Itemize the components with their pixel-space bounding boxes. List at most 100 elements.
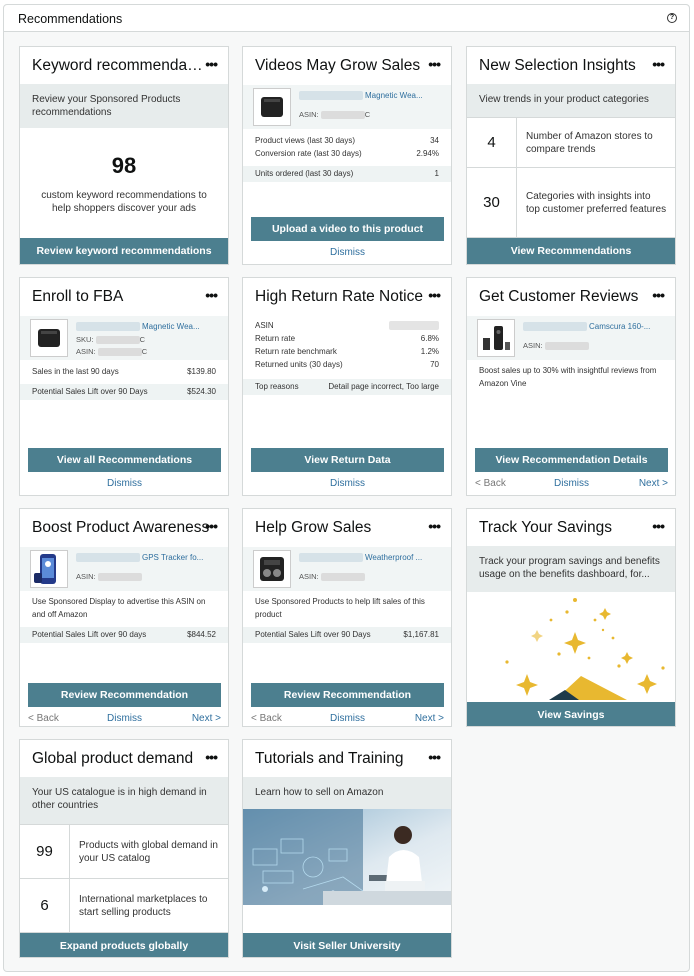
product-link[interactable]: Magnetic Wea... xyxy=(299,91,423,101)
grid-number: 30 xyxy=(467,168,517,237)
pagination: < Back Dismiss Next > xyxy=(251,713,444,726)
grid-row: 6 International marketplaces to start se… xyxy=(20,879,228,933)
product-thumbnail xyxy=(30,550,68,588)
product-sku: SKU: C xyxy=(76,335,146,345)
review-recommendation-button[interactable]: Review Recommendation xyxy=(251,683,444,707)
metric-row: Sales in the last 90 days $139.80 xyxy=(32,367,216,376)
review-keyword-button[interactable]: Review keyword recommendations xyxy=(20,238,228,264)
card-title: Boost Product Awareness xyxy=(32,519,210,536)
product-asin: ASIN: xyxy=(523,341,589,351)
more-options-icon[interactable]: ••• xyxy=(205,518,218,534)
product-thumbnail xyxy=(477,319,515,357)
grid-row: 99 Products with global demand in your U… xyxy=(20,825,228,879)
review-recommendation-button[interactable]: Review Recommendation xyxy=(28,683,221,707)
view-all-recommendations-button[interactable]: View all Recommendations xyxy=(28,448,221,472)
card-track-savings: Track Your Savings ••• Track your progra… xyxy=(466,508,676,727)
card-title: Videos May Grow Sales xyxy=(255,57,421,74)
card-videos-grow-sales: Videos May Grow Sales ••• Magnetic Wea..… xyxy=(242,46,452,265)
insights-grid: 4 Number of Amazon stores to compare tre… xyxy=(467,117,675,238)
view-recommendation-details-button[interactable]: View Recommendation Details xyxy=(475,448,668,472)
pagination: < Back Dismiss Next > xyxy=(28,713,221,726)
more-options-icon[interactable]: ••• xyxy=(205,749,218,765)
product-summary: Weatherproof ... ASIN: xyxy=(243,547,451,591)
grid-text: Number of Amazon stores to compare trend… xyxy=(526,130,653,155)
grid-number: 6 xyxy=(20,879,70,932)
more-options-icon[interactable]: ••• xyxy=(428,749,441,765)
card-tutorials-training: Tutorials and Training ••• Learn how to … xyxy=(242,739,452,958)
dismiss-link[interactable]: Dismiss xyxy=(251,478,444,489)
more-options-icon[interactable]: ••• xyxy=(652,518,665,534)
card-enroll-fba: Enroll to FBA ••• Magnetic Wea... SKU: C… xyxy=(19,277,229,496)
more-options-icon[interactable]: ••• xyxy=(428,56,441,72)
dismiss-link[interactable]: Dismiss xyxy=(28,478,221,489)
product-thumbnail xyxy=(30,319,68,357)
more-options-icon[interactable]: ••• xyxy=(428,518,441,534)
more-options-icon[interactable]: ••• xyxy=(652,287,665,303)
metric-row: Return rate 6.8% xyxy=(255,334,439,343)
pagination: < Back Dismiss Next > xyxy=(475,478,668,492)
grid-text: International marketplaces to start sell… xyxy=(79,893,208,918)
seller-university-image xyxy=(243,809,451,905)
product-link[interactable]: GPS Tracker fo... xyxy=(76,553,203,563)
next-link[interactable]: Next > xyxy=(192,713,221,724)
metric-row: Product views (last 30 days) 34 xyxy=(255,136,439,145)
card-high-return-rate: High Return Rate Notice ••• ASIN Return … xyxy=(242,277,452,496)
grid-row: 4 Number of Amazon stores to compare tre… xyxy=(467,118,675,168)
product-link[interactable]: Camscura 160-... xyxy=(523,322,650,332)
metric-row: Potential Sales Lift over 90 days $844.52 xyxy=(32,630,216,639)
next-link[interactable]: Next > xyxy=(639,478,668,489)
card-description: Use Sponsored Products to help lift sale… xyxy=(255,597,425,619)
keyword-description: custom keyword recommendations to help s… xyxy=(41,190,207,214)
card-subtitle: View trends in your product categories xyxy=(467,84,675,117)
help-icon[interactable]: ? xyxy=(667,13,677,23)
card-boost-product-awareness: Boost Product Awareness ••• GPS Tracker … xyxy=(19,508,229,727)
card-subtitle: Your US catalogue is in high demand in o… xyxy=(20,777,228,824)
card-title: Tutorials and Training xyxy=(255,750,404,767)
card-description: Boost sales up to 30% with insightful re… xyxy=(479,366,657,388)
grid-number: 99 xyxy=(20,825,70,878)
grid-number: 4 xyxy=(467,118,517,167)
metric-row: Returned units (30 days) 70 xyxy=(255,360,439,369)
recommendations-panel: Recommendations ? Keyword recommendation… xyxy=(3,4,690,972)
product-summary: Camscura 160-... ASIN: xyxy=(467,316,675,360)
product-link[interactable]: Weatherproof ... xyxy=(299,553,422,563)
view-savings-button[interactable]: View Savings xyxy=(467,702,675,726)
card-title: Track Your Savings xyxy=(479,519,612,536)
product-summary: Magnetic Wea... SKU: C ASIN: C xyxy=(20,316,228,360)
product-asin: ASIN: C xyxy=(299,110,371,120)
expand-products-globally-button[interactable]: Expand products globally xyxy=(20,933,228,957)
more-options-icon[interactable]: ••• xyxy=(652,56,665,72)
product-thumbnail xyxy=(253,88,291,126)
view-recommendations-button[interactable]: View Recommendations xyxy=(467,238,675,264)
visit-seller-university-button[interactable]: Visit Seller University xyxy=(243,933,451,957)
product-asin: ASIN: C xyxy=(76,347,148,357)
card-title: Keyword recommendations xyxy=(32,57,204,74)
upload-video-button[interactable]: Upload a video to this product xyxy=(251,217,444,241)
demand-grid: 99 Products with global demand in your U… xyxy=(20,824,228,933)
card-title: Get Customer Reviews xyxy=(479,288,639,305)
card-subtitle: Review your Sponsored Products recommend… xyxy=(20,84,228,128)
card-title: High Return Rate Notice xyxy=(255,288,423,305)
next-link[interactable]: Next > xyxy=(415,713,444,724)
metric-row: ASIN xyxy=(255,320,439,332)
card-subtitle: Learn how to sell on Amazon xyxy=(243,777,451,809)
product-link[interactable]: Magnetic Wea... xyxy=(76,322,200,332)
product-summary: Magnetic Wea... ASIN: C xyxy=(243,85,451,129)
card-global-product-demand: Global product demand ••• Your US catalo… xyxy=(19,739,229,958)
more-options-icon[interactable]: ••• xyxy=(205,287,218,303)
view-return-data-button[interactable]: View Return Data xyxy=(251,448,444,472)
metric-row: Potential Sales Lift over 90 Days $524.30 xyxy=(32,387,216,396)
card-description: Use Sponsored Display to advertise this … xyxy=(32,597,206,619)
card-title: New Selection Insights xyxy=(479,57,636,74)
grid-text: Categories with insights into top custom… xyxy=(526,190,667,215)
card-title: Global product demand xyxy=(32,750,194,767)
metric-row: Conversion rate (last 30 days) 2.94% xyxy=(255,149,439,158)
metric-row: Potential Sales Lift over 90 Days $1,167.… xyxy=(255,630,439,639)
dismiss-link[interactable]: Dismiss xyxy=(251,247,444,258)
grid-text: Products with global demand in your US c… xyxy=(79,839,218,864)
more-options-icon[interactable]: ••• xyxy=(205,56,218,72)
more-options-icon[interactable]: ••• xyxy=(428,287,441,303)
product-thumbnail xyxy=(253,550,291,588)
card-keyword-recommendations: Keyword recommendations ••• Review your … xyxy=(19,46,229,265)
product-asin: ASIN: xyxy=(299,572,365,582)
